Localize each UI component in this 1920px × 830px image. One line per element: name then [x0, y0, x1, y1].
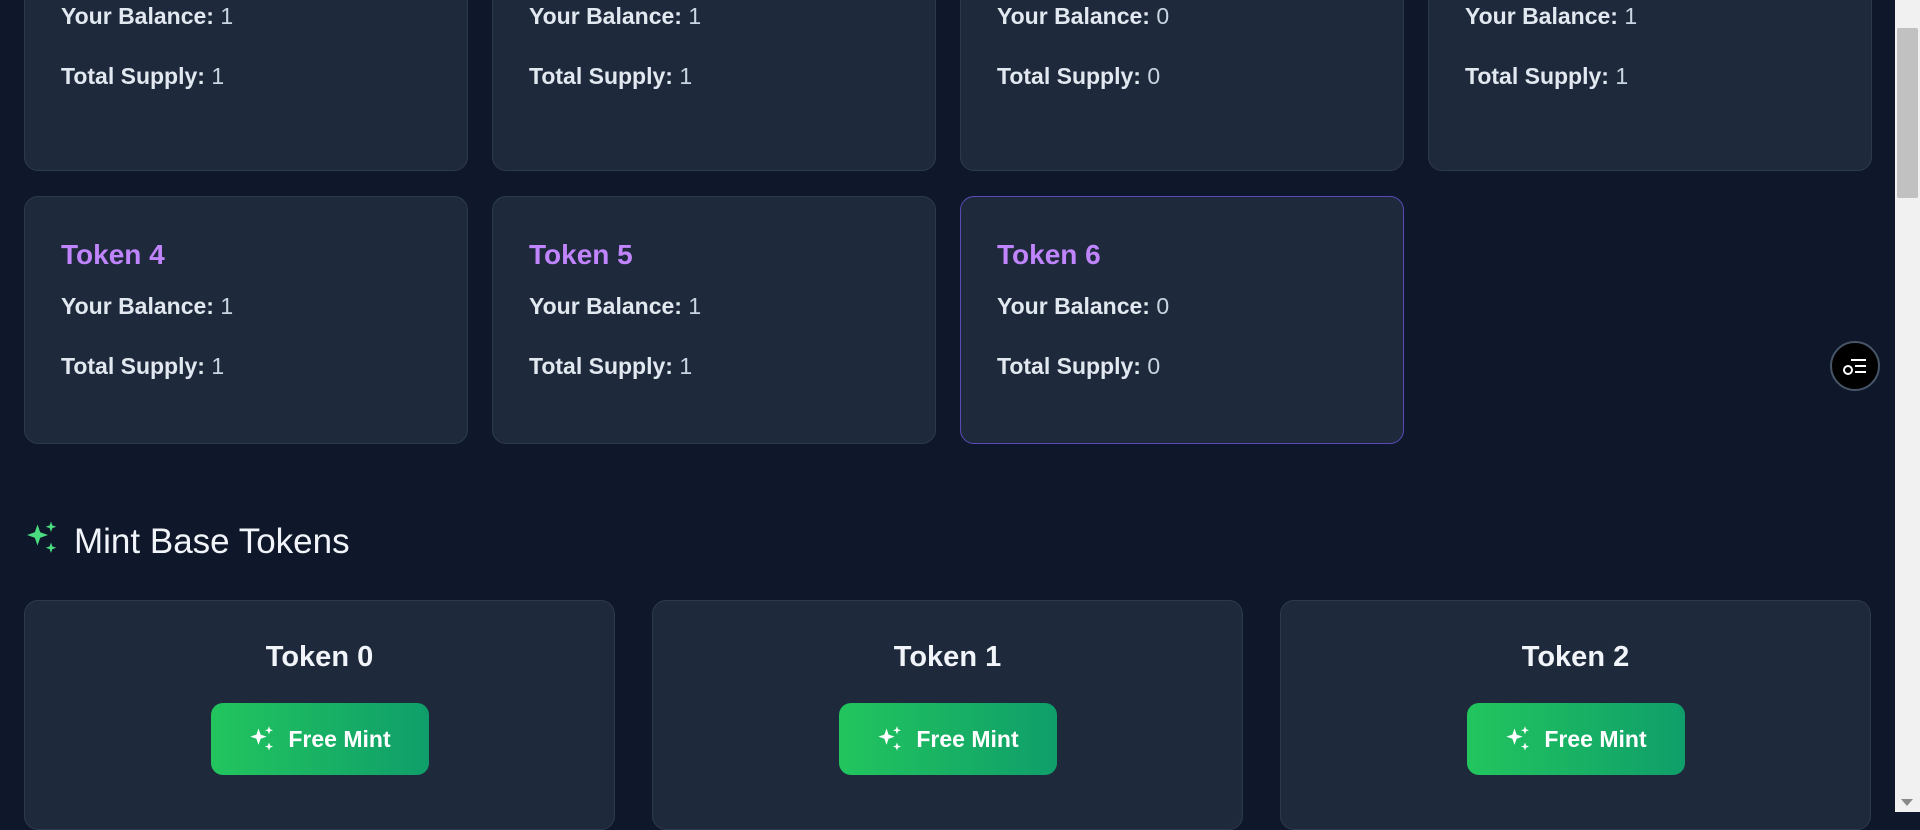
- section-heading: Mint Base Tokens: [24, 520, 350, 564]
- token-title: Token 6: [997, 239, 1101, 270]
- balance-line: Your Balance: 1: [61, 3, 234, 29]
- mint-token-title: Token 2: [1521, 641, 1630, 673]
- balance-line: Your Balance: 0: [997, 3, 1170, 29]
- supply-line: Total Supply: 0: [997, 63, 1161, 89]
- token-card: Token 4 Your Balance: 1 Total Supply: 1: [24, 196, 468, 444]
- mint-token-title: Token 0: [265, 641, 374, 673]
- sparkles-icon: [1506, 726, 1530, 751]
- token-title: Token 4: [61, 239, 165, 270]
- token-title: Token 5: [529, 239, 633, 270]
- supply-line: Total Supply: 1: [1465, 63, 1629, 89]
- balance-line: Your Balance: 1: [61, 293, 234, 319]
- free-mint-button[interactable]: Free Mint: [1466, 703, 1685, 775]
- token-card: Your Balance: 1 Total Supply: 1: [24, 0, 468, 171]
- section-title: Mint Base Tokens: [74, 522, 350, 561]
- scrollbar[interactable]: [1895, 0, 1920, 812]
- scroll-down-arrow-icon[interactable]: [1901, 799, 1913, 806]
- supply-line: Total Supply: 0: [997, 353, 1161, 379]
- token-card: Token 6 Your Balance: 0 Total Supply: 0: [960, 196, 1404, 444]
- supply-line: Total Supply: 1: [61, 353, 225, 379]
- token-card: Your Balance: 1 Total Supply: 1: [492, 0, 936, 171]
- free-mint-button[interactable]: Free Mint: [838, 703, 1057, 775]
- list-settings-icon: [1843, 359, 1866, 375]
- free-mint-label: Free Mint: [288, 725, 391, 752]
- sparkles-icon: [878, 726, 902, 751]
- sparkles-icon: [250, 726, 274, 751]
- supply-line: Total Supply: 1: [61, 63, 225, 89]
- token-card: Your Balance: 0 Total Supply: 0: [960, 0, 1404, 171]
- balance-line: Your Balance: 0: [997, 293, 1170, 319]
- floating-menu-button[interactable]: [1830, 341, 1880, 391]
- balance-line: Your Balance: 1: [1465, 3, 1638, 29]
- token-card: Your Balance: 1 Total Supply: 1: [1428, 0, 1872, 171]
- free-mint-label: Free Mint: [916, 725, 1019, 752]
- supply-line: Total Supply: 1: [529, 63, 693, 89]
- free-mint-button[interactable]: Free Mint: [210, 703, 429, 775]
- balance-line: Your Balance: 1: [529, 3, 702, 29]
- supply-line: Total Supply: 1: [529, 353, 693, 379]
- scrollbar-thumb[interactable]: [1897, 28, 1918, 198]
- mint-card: Token 0 Free Mint: [24, 600, 615, 830]
- balance-line: Your Balance: 1: [529, 293, 702, 319]
- free-mint-label: Free Mint: [1544, 725, 1647, 752]
- mint-token-title: Token 1: [893, 641, 1002, 673]
- sparkles-icon: [24, 520, 60, 565]
- token-card: Token 5 Your Balance: 1 Total Supply: 1: [492, 196, 936, 444]
- mint-card: Token 2 Free Mint: [1280, 600, 1871, 830]
- mint-card: Token 1 Free Mint: [652, 600, 1243, 830]
